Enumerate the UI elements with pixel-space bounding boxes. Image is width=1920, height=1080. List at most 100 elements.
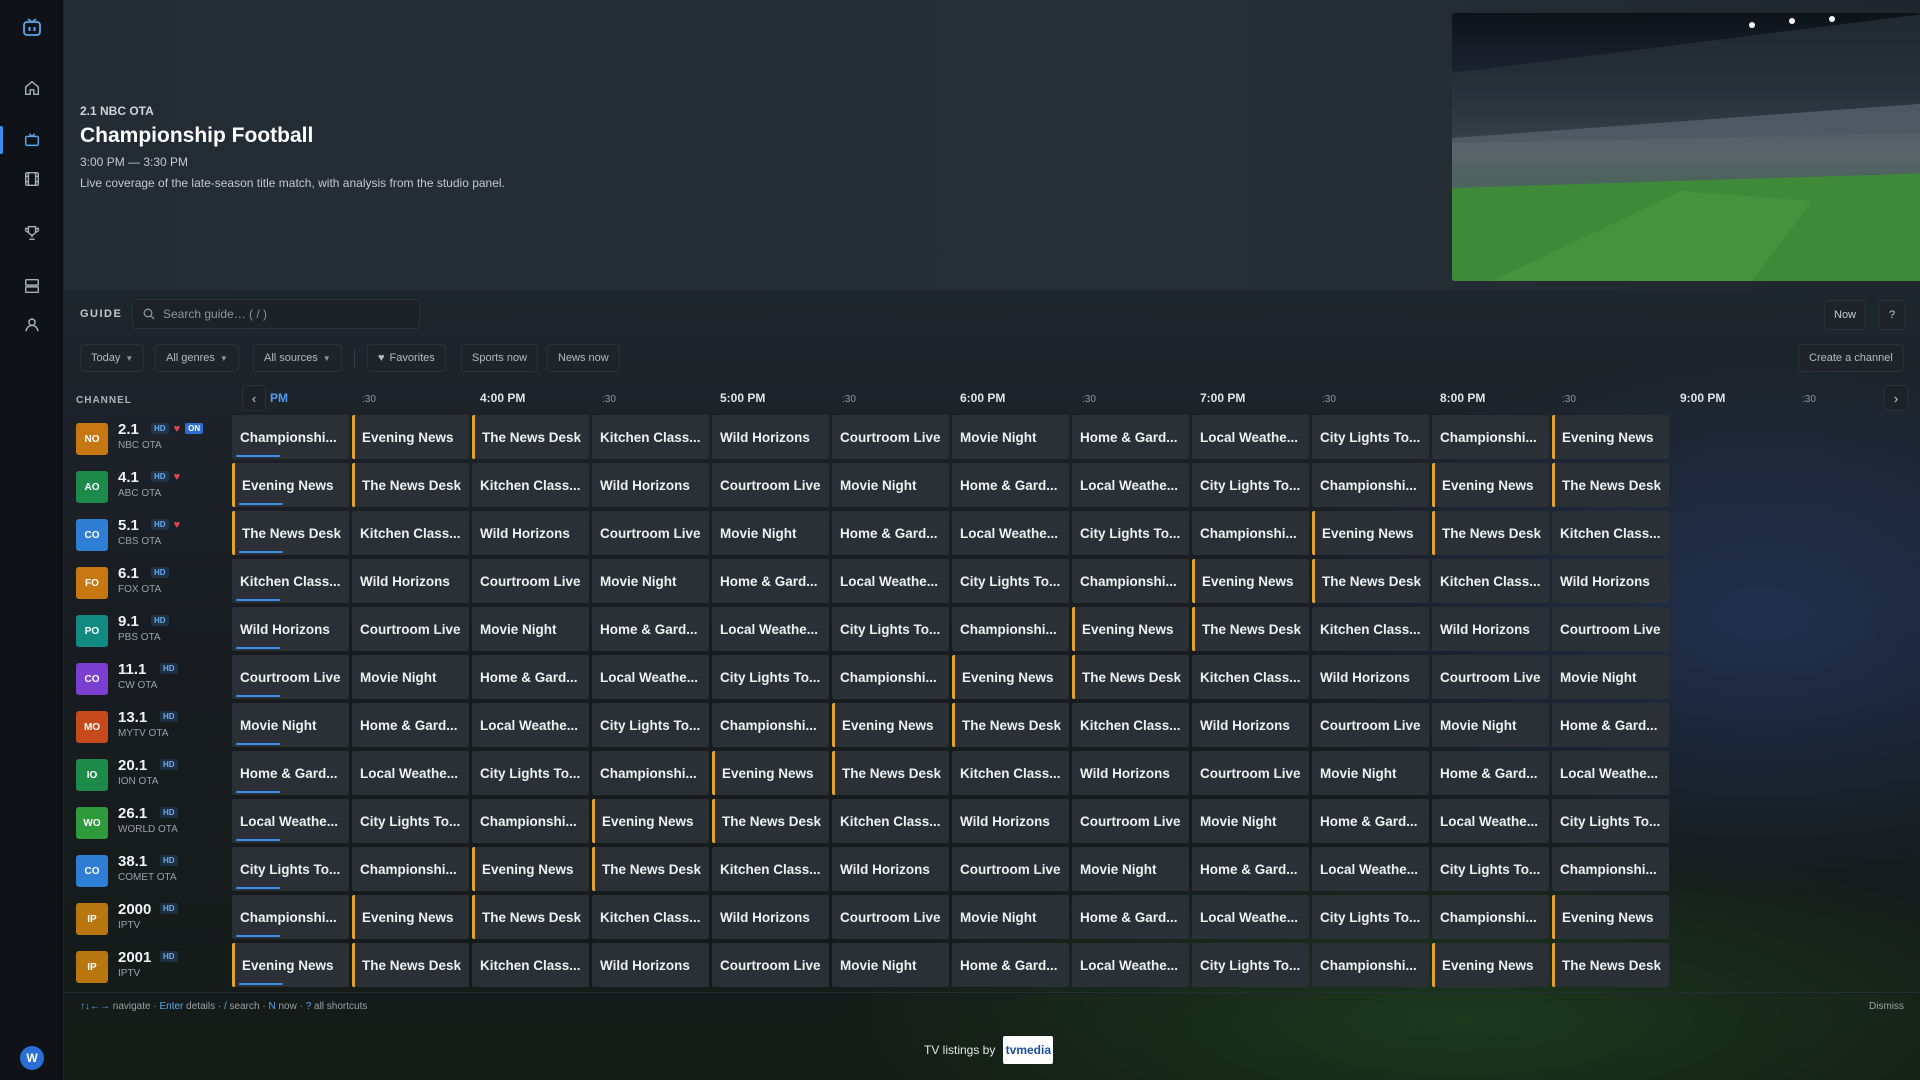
program-cell[interactable]: Movie Night xyxy=(952,895,1069,939)
program-cell[interactable]: Movie Night xyxy=(232,703,349,747)
program-cell[interactable]: City Lights To... xyxy=(1552,799,1669,843)
program-cell[interactable]: Wild Horizons xyxy=(1072,751,1189,795)
program-cell[interactable]: Local Weathe... xyxy=(1072,463,1189,507)
program-cell[interactable]: The News Desk xyxy=(712,799,829,843)
program-cell[interactable]: The News Desk xyxy=(352,943,469,987)
nav-profile[interactable] xyxy=(0,305,64,345)
program-cell[interactable]: City Lights To... xyxy=(1432,847,1549,891)
program-cell[interactable]: Movie Night xyxy=(592,559,709,603)
program-cell[interactable]: The News Desk xyxy=(832,751,949,795)
program-cell[interactable]: Kitchen Class... xyxy=(472,943,589,987)
program-cell[interactable]: Movie Night xyxy=(832,463,949,507)
program-cell[interactable]: The News Desk xyxy=(952,703,1069,747)
program-cell[interactable]: Kitchen Class... xyxy=(1552,511,1669,555)
program-cell[interactable]: Local Weathe... xyxy=(832,559,949,603)
program-cell[interactable]: Courtroom Live xyxy=(1072,799,1189,843)
channel-row[interactable]: IP 2000 IPTV HD xyxy=(64,895,232,943)
program-cell[interactable]: Wild Horizons xyxy=(832,847,949,891)
app-logo-icon[interactable] xyxy=(20,16,44,40)
channel-row[interactable]: IP 2001 IPTV HD xyxy=(64,943,232,991)
program-cell[interactable]: Courtroom Live xyxy=(1312,703,1429,747)
favorites-filter[interactable]: ♥ Favorites xyxy=(367,344,446,372)
channel-row[interactable]: CO 11.1 CW OTA HD xyxy=(64,655,232,703)
program-cell[interactable]: Evening News xyxy=(352,415,469,459)
program-cell[interactable]: Home & Gard... xyxy=(952,943,1069,987)
tvmedia-logo[interactable]: tvmedia xyxy=(1003,1036,1054,1064)
program-cell[interactable]: Kitchen Class... xyxy=(1312,607,1429,651)
program-cell[interactable]: Courtroom Live xyxy=(1552,607,1669,651)
program-cell[interactable]: Championshi... xyxy=(952,607,1069,651)
nav-live-tv[interactable] xyxy=(0,120,64,160)
chevron-left-icon[interactable]: ‹ xyxy=(242,385,266,411)
program-cell[interactable]: Courtroom Live xyxy=(712,943,829,987)
help-button[interactable]: ? xyxy=(1878,300,1906,330)
program-cell[interactable]: Evening News xyxy=(832,703,949,747)
heart-icon[interactable]: ♥ xyxy=(174,423,181,434)
program-cell[interactable]: Wild Horizons xyxy=(592,943,709,987)
program-cell[interactable]: City Lights To... xyxy=(232,847,349,891)
program-cell[interactable]: Local Weathe... xyxy=(1192,895,1309,939)
program-cell[interactable]: Movie Night xyxy=(1192,799,1309,843)
nav-library[interactable] xyxy=(0,266,64,306)
program-cell[interactable]: Championshi... xyxy=(1312,463,1429,507)
program-cell[interactable]: Wild Horizons xyxy=(1312,655,1429,699)
program-cell[interactable]: City Lights To... xyxy=(352,799,469,843)
program-cell[interactable]: Kitchen Class... xyxy=(832,799,949,843)
program-cell[interactable]: City Lights To... xyxy=(472,751,589,795)
program-cell[interactable]: Championshi... xyxy=(832,655,949,699)
program-cell[interactable]: Evening News xyxy=(232,463,349,507)
program-cell[interactable]: The News Desk xyxy=(1552,463,1669,507)
program-cell[interactable]: Evening News xyxy=(712,751,829,795)
program-cell[interactable]: Courtroom Live xyxy=(1192,751,1309,795)
search-field[interactable] xyxy=(132,299,420,329)
program-cell[interactable]: Evening News xyxy=(592,799,709,843)
program-cell[interactable]: Movie Night xyxy=(712,511,829,555)
channel-row[interactable]: PO 9.1 PBS OTA HD xyxy=(64,607,232,655)
channel-row[interactable]: AO 4.1 ABC OTA HD ♥ xyxy=(64,463,232,511)
program-cell[interactable]: Championshi... xyxy=(712,703,829,747)
program-cell[interactable]: Wild Horizons xyxy=(1552,559,1669,603)
program-cell[interactable]: The News Desk xyxy=(592,847,709,891)
program-cell[interactable]: Kitchen Class... xyxy=(712,847,829,891)
program-cell[interactable]: City Lights To... xyxy=(1072,511,1189,555)
program-cell[interactable]: The News Desk xyxy=(1192,607,1309,651)
nav-sports[interactable] xyxy=(0,213,64,253)
program-cell[interactable]: Evening News xyxy=(1312,511,1429,555)
program-cell[interactable]: Evening News xyxy=(1432,463,1549,507)
program-cell[interactable]: Kitchen Class... xyxy=(1192,655,1309,699)
program-cell[interactable]: Championshi... xyxy=(1072,559,1189,603)
nav-home[interactable] xyxy=(0,68,64,108)
program-cell[interactable]: Home & Gard... xyxy=(1432,751,1549,795)
program-cell[interactable]: Local Weathe... xyxy=(1552,751,1669,795)
program-cell[interactable]: Local Weathe... xyxy=(1192,415,1309,459)
chevron-right-icon[interactable]: › xyxy=(1884,385,1908,411)
program-cell[interactable]: Courtroom Live xyxy=(352,607,469,651)
program-cell[interactable]: Local Weathe... xyxy=(712,607,829,651)
program-cell[interactable]: Courtroom Live xyxy=(832,415,949,459)
date-filter[interactable]: Today ▼ xyxy=(80,344,145,372)
program-cell[interactable]: Courtroom Live xyxy=(232,655,349,699)
program-cell[interactable]: Local Weathe... xyxy=(592,655,709,699)
program-cell[interactable]: Movie Night xyxy=(832,943,949,987)
program-cell[interactable]: Kitchen Class... xyxy=(472,463,589,507)
channel-row[interactable]: CO 38.1 COMET OTA HD xyxy=(64,847,232,895)
program-cell[interactable]: Home & Gard... xyxy=(1072,415,1189,459)
now-button[interactable]: Now xyxy=(1824,300,1866,330)
program-cell[interactable]: Kitchen Class... xyxy=(1432,559,1549,603)
program-cell[interactable]: Local Weathe... xyxy=(352,751,469,795)
nav-movies[interactable] xyxy=(0,159,64,199)
program-cell[interactable]: Championshi... xyxy=(232,415,349,459)
hero-preview-image[interactable] xyxy=(1452,13,1920,281)
program-cell[interactable]: Wild Horizons xyxy=(1432,607,1549,651)
program-cell[interactable]: Movie Night xyxy=(472,607,589,651)
program-cell[interactable]: Home & Gard... xyxy=(592,607,709,651)
program-cell[interactable]: Courtroom Live xyxy=(472,559,589,603)
program-cell[interactable]: City Lights To... xyxy=(832,607,949,651)
program-cell[interactable]: City Lights To... xyxy=(952,559,1069,603)
channel-row[interactable]: CO 5.1 CBS OTA HD ♥ xyxy=(64,511,232,559)
program-cell[interactable]: City Lights To... xyxy=(1312,415,1429,459)
program-cell[interactable]: City Lights To... xyxy=(592,703,709,747)
create-channel-button[interactable]: Create a channel xyxy=(1798,344,1904,372)
program-cell[interactable]: Championshi... xyxy=(1552,847,1669,891)
program-cell[interactable]: Movie Night xyxy=(352,655,469,699)
